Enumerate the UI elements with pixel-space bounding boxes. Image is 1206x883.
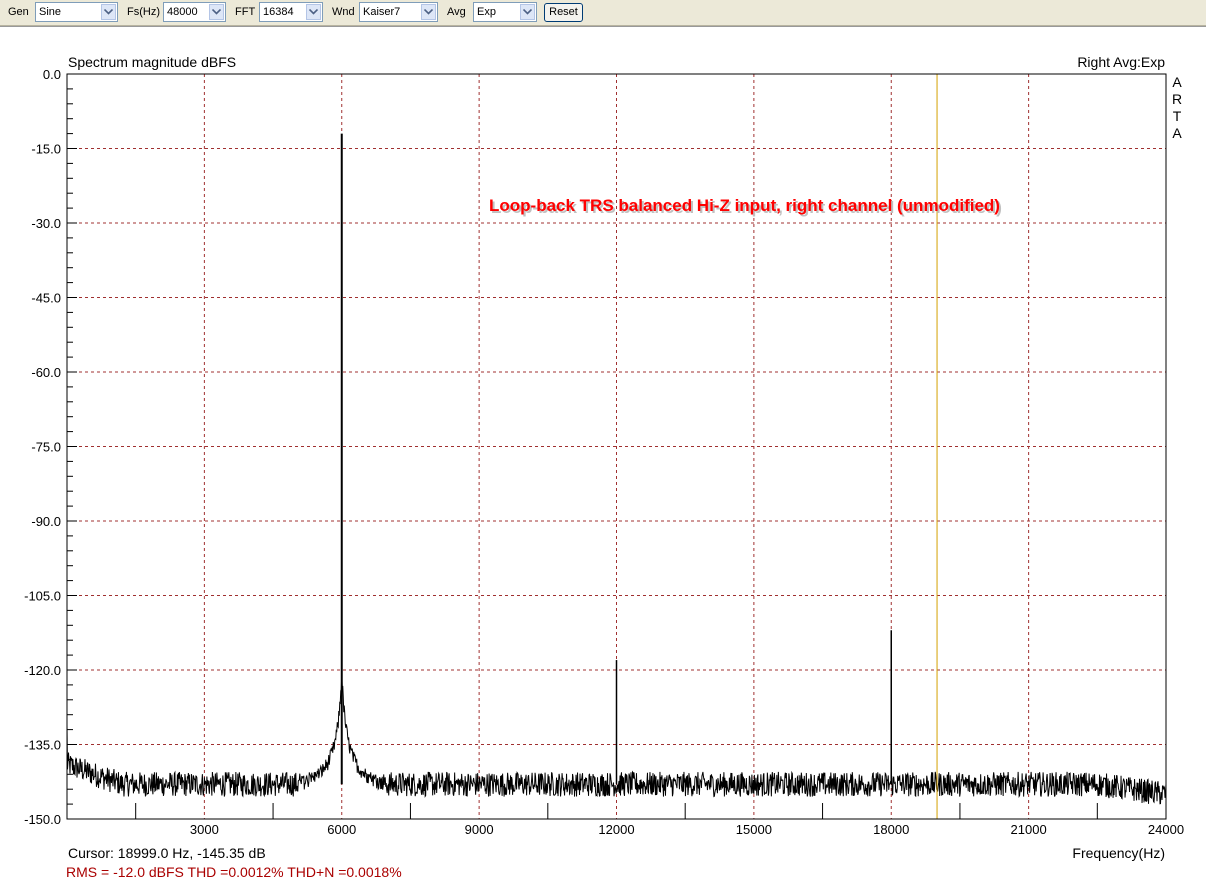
y-tick-label: -75.0	[31, 440, 61, 455]
x-tick-label: 12000	[598, 822, 634, 837]
fft-size-select[interactable]: 16384	[259, 2, 323, 22]
x-tick-label: 18000	[873, 822, 909, 837]
x-axis-label: Frequency(Hz)	[1072, 845, 1165, 861]
brand-letter-a2: A	[1172, 125, 1182, 141]
y-tick-label: -120.0	[24, 663, 61, 678]
x-tick-label: 24000	[1148, 822, 1184, 837]
x-tick-label: 21000	[1011, 822, 1047, 837]
toolbar: Gen Sine Fs(Hz) 48000 FFT 16384 Wnd Kais…	[0, 0, 1206, 26]
brand-letter-t: T	[1173, 108, 1182, 124]
generator-value: Sine	[39, 6, 62, 18]
y-tick-label: -45.0	[31, 291, 61, 306]
sample-rate-value: 48000	[167, 6, 198, 18]
y-tick-label: -15.0	[31, 142, 61, 157]
sample-rate-select[interactable]: 48000	[163, 2, 226, 22]
y-tick-label: -135.0	[24, 738, 61, 753]
reset-button[interactable]: Reset	[544, 3, 583, 22]
average-select[interactable]: Exp	[473, 2, 537, 22]
chevron-down-icon[interactable]	[306, 4, 321, 20]
annotation-text: Loop-back TRS balanced Hi-Z input, right…	[489, 196, 1000, 215]
brand-letter-r: R	[1172, 91, 1182, 107]
chart-title: Spectrum magnitude dBFS	[68, 54, 236, 70]
x-tick-label: 3000	[190, 822, 219, 837]
fs-label: Fs(Hz)	[127, 6, 160, 18]
x-tick-label: 9000	[465, 822, 494, 837]
y-tick-label: -60.0	[31, 365, 61, 380]
y-tick-label: -90.0	[31, 514, 61, 529]
chevron-down-icon[interactable]	[209, 4, 224, 20]
gen-label: Gen	[8, 6, 29, 18]
chevron-down-icon[interactable]	[520, 4, 535, 20]
chevron-down-icon[interactable]	[101, 4, 116, 20]
y-tick-label: 0.0	[43, 67, 61, 82]
y-tick-label: -30.0	[31, 216, 61, 231]
average-value: Exp	[477, 6, 496, 18]
chevron-down-icon[interactable]	[421, 4, 436, 20]
window-select[interactable]: Kaiser7	[359, 2, 438, 22]
y-tick-label: -150.0	[24, 812, 61, 827]
plot-area[interactable]: 0.0 -15.0 -30.0 -45.0 -60.0 -75.0 -90.0 -105.0 -…	[0, 26, 1206, 883]
generator-select[interactable]: Sine	[35, 2, 118, 22]
cursor-readout: Cursor: 18999.0 Hz, -145.35 dB	[68, 845, 266, 861]
y-tick-label: -105.0	[24, 589, 61, 604]
avg-label: Avg	[447, 6, 466, 18]
fft-label: FFT	[235, 6, 256, 18]
x-tick-label: 15000	[736, 822, 772, 837]
wnd-label: Wnd	[332, 6, 355, 18]
spectrum-chart[interactable]: 0.0 -15.0 -30.0 -45.0 -60.0 -75.0 -90.0 -105.0 -…	[0, 27, 1206, 883]
window-value: Kaiser7	[363, 6, 401, 18]
stats-readout: RMS = -12.0 dBFS THD =0.0012% THD+N =0.0…	[66, 864, 402, 880]
x-tick-label: 6000	[327, 822, 356, 837]
brand-letter-a: A	[1172, 74, 1182, 90]
fft-size-value: 16384	[263, 6, 294, 18]
channel-info: Right Avg:Exp	[1077, 54, 1165, 70]
